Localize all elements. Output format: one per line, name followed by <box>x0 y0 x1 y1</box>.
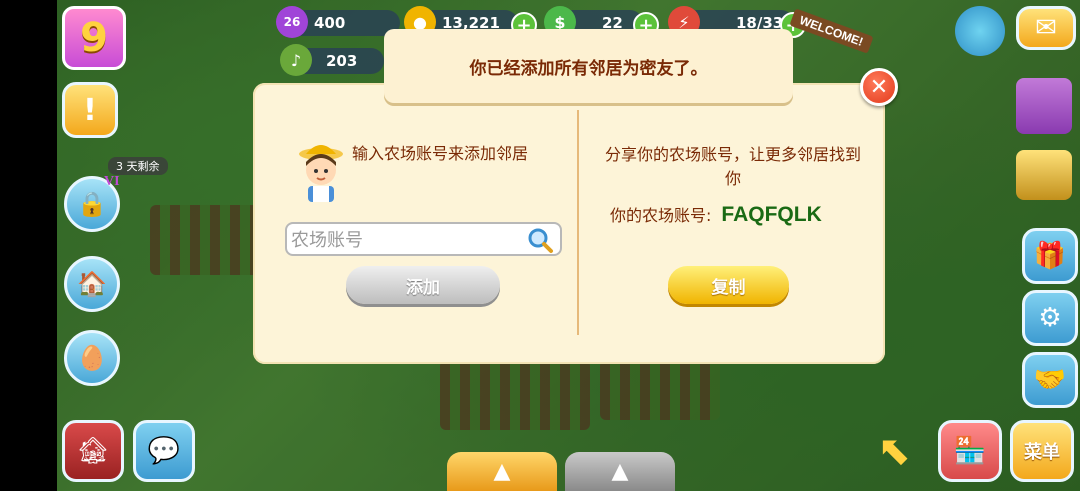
triangle-up-icon: ▲ <box>493 459 511 484</box>
exclamation-icon: ! <box>83 92 97 128</box>
gift-box-icon[interactable] <box>1016 78 1072 134</box>
barn-icon: 🏠 <box>77 270 107 298</box>
expand-panel-button-secondary[interactable]: ▲ <box>565 452 675 491</box>
dialog-divider <box>577 110 579 335</box>
vip-label: VI <box>104 174 120 189</box>
star-count: 26 <box>283 15 301 29</box>
close-button[interactable]: ✕ <box>860 68 898 106</box>
triangle-up-icon: ▲ <box>611 459 629 484</box>
account-info: 你的农场账号: FAQFQLK <box>610 202 822 227</box>
level-badge[interactable]: 9 <box>62 6 126 70</box>
envelope-icon: ✉ <box>1035 13 1057 43</box>
storage-barn-button[interactable]: 🏚 <box>62 420 124 482</box>
arrow-up-left-icon: ⬉ <box>877 428 911 474</box>
add-neighbor-instructions: 输入农场账号来添加邻居 <box>352 144 529 163</box>
lock-chest-icon[interactable] <box>1016 150 1072 200</box>
notice-banner: 你已经添加所有邻居为密友了。 <box>384 29 793 103</box>
xp-stat: 26 400 <box>276 6 400 38</box>
mail-button[interactable]: ✉ <box>1016 6 1076 50</box>
notice-text: 你已经添加所有邻居为密友了。 <box>469 58 708 79</box>
friends-button[interactable]: 🤝 <box>1022 352 1078 408</box>
quest-button[interactable]: ! <box>62 82 118 138</box>
music-value: 203 <box>326 52 358 70</box>
move-arrow-button[interactable]: ⬉ <box>862 420 926 482</box>
handshake-icon: 🤝 <box>1033 365 1067 395</box>
vip-timer-text: 3 天剩余 <box>116 160 160 173</box>
farmer-avatar-icon <box>299 145 343 202</box>
gift-button[interactable]: 🎁 <box>1022 228 1078 284</box>
account-label: 你的农场账号: <box>610 206 712 225</box>
music-stat: ♪ 203 <box>280 44 384 76</box>
gear-icon: ⚙ <box>1038 303 1062 333</box>
star-icon: 26 <box>276 6 308 38</box>
chat-button[interactable]: 💬 <box>133 420 195 482</box>
farm-account-input[interactable] <box>289 225 523 255</box>
lock-icon: 🔒 <box>77 190 107 218</box>
vip-timer-badge: 3 天剩余 <box>108 157 168 175</box>
expand-panel-button[interactable]: ▲ <box>447 452 557 491</box>
island-icon[interactable] <box>955 6 1005 56</box>
level-number: 9 <box>80 15 108 61</box>
menu-label: 菜单 <box>1024 442 1060 463</box>
close-icon: ✕ <box>869 74 889 100</box>
market-icon: 🏪 <box>953 436 987 466</box>
add-button[interactable]: 添加 <box>346 266 500 304</box>
menu-button[interactable]: 菜单 <box>1010 420 1074 482</box>
copy-button[interactable]: 复制 <box>668 266 789 304</box>
xp-value: 400 <box>314 14 346 32</box>
barn-shop-button[interactable]: 🏠 <box>64 256 120 312</box>
gift-icon: 🎁 <box>1033 241 1067 271</box>
share-account-instructions: 分享你的农场账号，让更多邻居找到你 <box>604 145 861 188</box>
egg-icon: 🥚 <box>77 344 107 372</box>
market-stall-button[interactable]: 🏪 <box>938 420 1002 482</box>
account-code: FAQFQLK <box>721 203 822 226</box>
eggs-button[interactable]: 🥚 <box>64 330 120 386</box>
farm-account-search <box>285 222 562 256</box>
settings-button[interactable]: ⚙ <box>1022 290 1078 346</box>
search-icon[interactable] <box>526 226 554 254</box>
chat-bubbles-icon: 💬 <box>147 436 181 466</box>
storage-barn-icon: 🏚 <box>76 436 110 466</box>
music-note-icon: ♪ <box>280 44 312 76</box>
